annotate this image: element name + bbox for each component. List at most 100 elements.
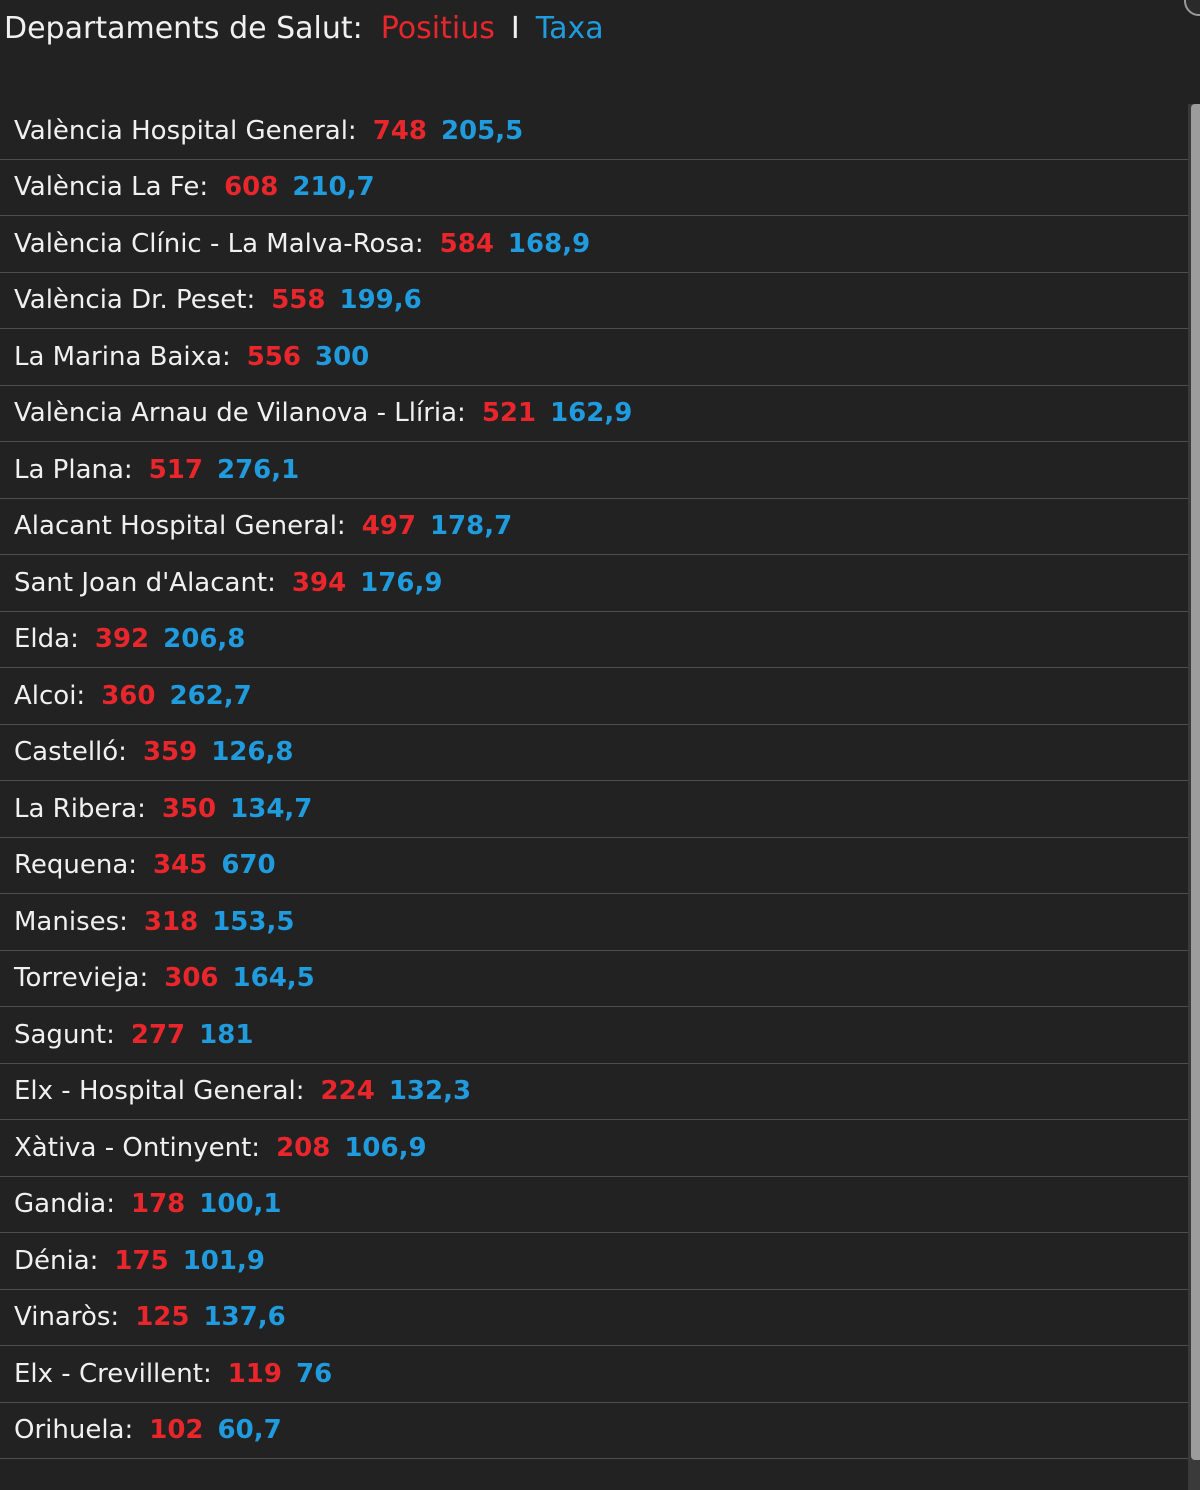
list-item[interactable]: València La Fe: 608 210,7 xyxy=(0,160,1188,216)
positius-value: 359 xyxy=(142,737,198,768)
list-item[interactable]: València Arnau de Vilanova - Llíria: 521 1… xyxy=(0,386,1188,442)
list-item[interactable]: Alacant Hospital General: 497 178,7 xyxy=(0,499,1188,555)
positius-value: 497 xyxy=(361,511,416,542)
department-name: Requena: xyxy=(14,850,138,881)
taxa-value: 162,9 xyxy=(550,398,633,429)
department-name: València Arnau de Vilanova - Llíria: xyxy=(14,398,466,429)
positius-value: 277 xyxy=(130,1019,186,1050)
taxa-value: 181 xyxy=(199,1019,254,1050)
taxa-value: 300 xyxy=(315,341,370,372)
positius-value: 318 xyxy=(143,906,199,937)
legend-separator: I xyxy=(510,10,520,46)
department-name: Manises: xyxy=(14,906,128,937)
list-item[interactable]: Sagunt: 277 181 xyxy=(0,1007,1188,1064)
positius-value: 178 xyxy=(130,1189,186,1220)
taxa-value: 100,1 xyxy=(199,1189,282,1220)
positius-value: 360 xyxy=(101,680,156,711)
taxa-value: 126,8 xyxy=(211,737,294,768)
taxa-value: 134,7 xyxy=(230,793,313,824)
taxa-value: 205,5 xyxy=(440,115,524,146)
taxa-value: 101,9 xyxy=(182,1245,265,1276)
list-item[interactable]: Vinaròs: 125 137,6 xyxy=(0,1290,1188,1346)
taxa-value: 262,7 xyxy=(169,680,252,711)
positius-value: 125 xyxy=(135,1302,190,1333)
panel-header: Departaments de Salut: Positius I Taxa xyxy=(4,6,604,50)
taxa-value: 132,3 xyxy=(388,1076,472,1107)
department-name: La Ribera: xyxy=(14,793,146,824)
department-name: Xàtiva - Ontinyent: xyxy=(14,1132,261,1163)
list-item[interactable]: Dénia: 175 101,9 xyxy=(0,1233,1188,1290)
positius-value: 102 xyxy=(149,1415,204,1446)
taxa-value: 210,7 xyxy=(292,172,375,203)
department-name: Gandia: xyxy=(14,1189,115,1220)
positius-value: 224 xyxy=(320,1076,375,1107)
list-item[interactable]: La Ribera: 350 134,7 xyxy=(0,781,1188,838)
department-name: Castelló: xyxy=(14,737,127,768)
department-name: València Hospital General: xyxy=(14,115,357,146)
list-item[interactable]: Sant Joan d'Alacant: 394 176,9 xyxy=(0,555,1188,612)
list-item[interactable]: Orihuela: 102 60,7 xyxy=(0,1403,1188,1459)
positius-value: 556 xyxy=(246,341,301,372)
department-name: Elx - Crevillent: xyxy=(14,1358,212,1389)
positius-value: 175 xyxy=(114,1245,169,1276)
department-name: Torrevieja: xyxy=(14,963,149,994)
department-name: La Marina Baixa: xyxy=(14,341,231,372)
department-name: Alacant Hospital General: xyxy=(14,511,346,542)
list-item[interactable]: Torrevieja: 306 164,5 xyxy=(0,951,1188,1007)
list-item[interactable]: La Plana: 517 276,1 xyxy=(0,442,1188,499)
list-item[interactable]: La Marina Baixa: 556 300 xyxy=(0,329,1188,386)
taxa-value: 137,6 xyxy=(203,1302,286,1333)
positius-legend-label: Positius xyxy=(380,10,495,46)
close-icon[interactable] xyxy=(1184,0,1200,16)
positius-value: 306 xyxy=(164,963,219,994)
positius-value: 584 xyxy=(439,228,494,259)
taxa-value: 178,7 xyxy=(429,511,513,542)
list-item[interactable]: València Clínic - La Malva-Rosa: 584 168,9 xyxy=(0,216,1188,273)
positius-value: 394 xyxy=(291,567,347,598)
list-item[interactable]: Castelló: 359 126,8 xyxy=(0,725,1188,781)
department-name: València Clínic - La Malva-Rosa: xyxy=(14,228,424,259)
positius-value: 350 xyxy=(161,793,217,824)
taxa-value: 168,9 xyxy=(507,228,591,259)
positius-value: 345 xyxy=(153,850,208,881)
department-name: Elda: xyxy=(14,624,79,655)
list-item[interactable]: València Hospital General: 748 205,5 xyxy=(0,103,1188,160)
department-list: València Hospital General: 748 205,5 Valènc… xyxy=(0,103,1188,1459)
department-name: Elx - Hospital General: xyxy=(14,1076,305,1107)
list-item[interactable]: Alcoi: 360 262,7 xyxy=(0,668,1188,725)
list-item[interactable]: Elx - Hospital General: 224 132,3 xyxy=(0,1064,1188,1120)
taxa-value: 164,5 xyxy=(232,963,315,994)
department-name: Sant Joan d'Alacant: xyxy=(14,567,276,598)
panel-title: Departaments de Salut: xyxy=(4,10,363,46)
department-name: València Dr. Peset: xyxy=(14,285,256,316)
scrollbar-thumb[interactable] xyxy=(1191,104,1200,1460)
taxa-value: 106,9 xyxy=(344,1132,427,1163)
list-item[interactable]: Xàtiva - Ontinyent: 208 106,9 xyxy=(0,1120,1188,1177)
department-name: La Plana: xyxy=(14,454,133,485)
department-name: Vinaròs: xyxy=(14,1302,120,1333)
taxa-value: 76 xyxy=(296,1358,333,1389)
department-name: Alcoi: xyxy=(14,680,86,711)
taxa-value: 670 xyxy=(221,850,276,881)
taxa-value: 176,9 xyxy=(360,567,443,598)
list-item[interactable]: Elda: 392 206,8 xyxy=(0,612,1188,668)
department-name: Orihuela: xyxy=(14,1415,134,1446)
positius-value: 521 xyxy=(481,398,537,429)
list-item[interactable]: Requena: 345 670 xyxy=(0,838,1188,894)
taxa-value: 153,5 xyxy=(212,906,295,937)
positius-value: 748 xyxy=(372,115,427,146)
list-item[interactable]: Gandia: 178 100,1 xyxy=(0,1177,1188,1233)
taxa-legend-label: Taxa xyxy=(535,10,604,46)
positius-value: 392 xyxy=(94,624,150,655)
list-item[interactable]: Elx - Crevillent: 119 76 xyxy=(0,1346,1188,1403)
department-name: Dénia: xyxy=(14,1245,99,1276)
list-item[interactable]: Manises: 318 153,5 xyxy=(0,894,1188,951)
department-name: Sagunt: xyxy=(14,1019,115,1050)
taxa-value: 60,7 xyxy=(217,1415,282,1446)
positius-value: 208 xyxy=(276,1132,331,1163)
taxa-value: 206,8 xyxy=(163,624,246,655)
taxa-value: 276,1 xyxy=(216,454,300,485)
list-item[interactable]: València Dr. Peset: 558 199,6 xyxy=(0,273,1188,329)
taxa-value: 199,6 xyxy=(339,285,422,316)
department-name: València La Fe: xyxy=(14,172,209,203)
